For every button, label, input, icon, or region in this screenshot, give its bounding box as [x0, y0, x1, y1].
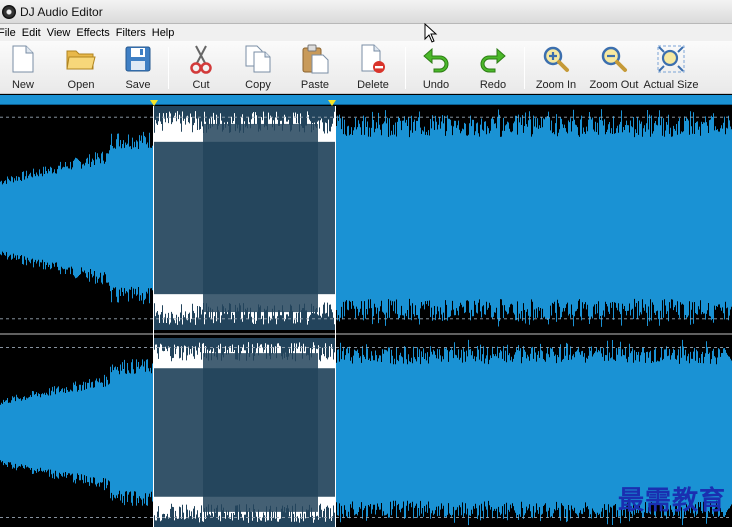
- new-file-icon: [7, 43, 39, 75]
- toolbar-separator: [168, 47, 169, 89]
- menu-bar: File Edit View Effects Filters Help: [0, 24, 732, 41]
- actual-size-label: Actual Size: [643, 79, 699, 91]
- menu-view[interactable]: View: [47, 27, 75, 39]
- menu-edit[interactable]: Edit: [22, 27, 45, 39]
- scissors-icon: [185, 43, 217, 75]
- menu-filters[interactable]: Filters: [116, 27, 150, 39]
- zoom-out-label: Zoom Out: [589, 79, 639, 91]
- zoom-out-button[interactable]: Zoom Out: [589, 43, 639, 93]
- menu-file[interactable]: File: [0, 27, 20, 39]
- timeline-ruler[interactable]: [0, 95, 732, 105]
- copy-icon: [242, 43, 274, 75]
- menu-effects[interactable]: Effects: [76, 27, 113, 39]
- actual-size-icon: [655, 43, 687, 75]
- redo-label: Redo: [479, 79, 507, 91]
- open-button[interactable]: Open: [60, 43, 102, 93]
- actual-size-button[interactable]: Actual Size: [643, 43, 699, 93]
- waveform-view[interactable]: [0, 106, 732, 527]
- undo-label: Undo: [422, 79, 450, 91]
- cut-button[interactable]: Cut: [180, 43, 222, 93]
- title-bar: DJ Audio Editor: [0, 0, 732, 24]
- toolbar-separator: [405, 47, 406, 89]
- zoom-out-icon: [598, 43, 630, 75]
- mouse-cursor-icon: [424, 22, 438, 46]
- selection-band: [203, 123, 318, 313]
- zoom-in-icon: [540, 43, 572, 75]
- floppy-disk-icon: [122, 43, 154, 75]
- folder-icon: [65, 43, 97, 75]
- clipboard-icon: [299, 43, 331, 75]
- delete-file-icon: [357, 43, 389, 75]
- cut-label: Cut: [192, 79, 210, 91]
- waveform-channel: [0, 109, 732, 327]
- new-label: New: [11, 79, 34, 91]
- redo-icon: [477, 43, 509, 75]
- save-button[interactable]: Save: [117, 43, 159, 93]
- open-label: Open: [67, 79, 95, 91]
- selection-band: [203, 353, 318, 512]
- window-title: DJ Audio Editor: [20, 4, 103, 19]
- paste-button[interactable]: Paste: [294, 43, 336, 93]
- save-label: Save: [125, 79, 151, 91]
- copy-label: Copy: [245, 79, 271, 91]
- delete-label: Delete: [357, 79, 389, 91]
- watermark: 最需教育: [617, 486, 726, 516]
- menu-help[interactable]: Help: [152, 27, 179, 39]
- new-button[interactable]: New: [2, 43, 44, 93]
- waveform-canvas[interactable]: [0, 106, 732, 527]
- delete-button[interactable]: Delete: [352, 43, 394, 93]
- toolbar-separator: [524, 47, 525, 89]
- undo-button[interactable]: Undo: [415, 43, 457, 93]
- app-icon: [2, 4, 16, 19]
- redo-button[interactable]: Redo: [472, 43, 514, 93]
- toolbar: New Open Save Cut Copy Paste Delete Undo…: [0, 41, 732, 94]
- zoom-in-label: Zoom In: [535, 79, 577, 91]
- undo-icon: [420, 43, 452, 75]
- zoom-in-button[interactable]: Zoom In: [533, 43, 579, 93]
- paste-label: Paste: [300, 79, 330, 91]
- copy-button[interactable]: Copy: [237, 43, 279, 93]
